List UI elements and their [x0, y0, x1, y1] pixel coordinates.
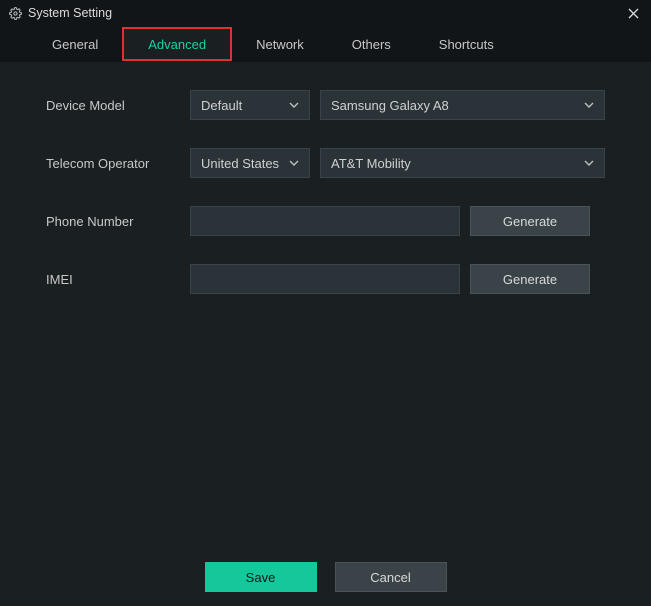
select-telecom-country[interactable]: United States — [190, 148, 310, 178]
tab-shortcuts[interactable]: Shortcuts — [415, 26, 518, 62]
tab-network[interactable]: Network — [232, 26, 328, 62]
settings-gear-icon — [8, 6, 22, 20]
footer: Save Cancel — [0, 562, 651, 592]
phone-number-input[interactable] — [190, 206, 460, 236]
label-device-model: Device Model — [46, 98, 190, 113]
close-icon[interactable] — [623, 3, 643, 23]
label-imei: IMEI — [46, 272, 190, 287]
window-title: System Setting — [28, 6, 112, 20]
tab-bar: General Advanced Network Others Shortcut… — [0, 26, 651, 62]
label-phone-number: Phone Number — [46, 214, 190, 229]
label-telecom-operator: Telecom Operator — [46, 156, 190, 171]
row-device-model: Device Model Default Samsung Galaxy A8 — [46, 90, 605, 120]
chevron-down-icon — [584, 160, 594, 166]
row-imei: IMEI Generate — [46, 264, 605, 294]
tab-general[interactable]: General — [28, 26, 122, 62]
chevron-down-icon — [584, 102, 594, 108]
select-telecom-operator[interactable]: AT&T Mobility — [320, 148, 605, 178]
select-device-model-value: Samsung Galaxy A8 — [331, 98, 449, 113]
titlebar: System Setting — [0, 0, 651, 26]
generate-imei-button[interactable]: Generate — [470, 264, 590, 294]
row-telecom-operator: Telecom Operator United States AT&T Mobi… — [46, 148, 605, 178]
tab-advanced[interactable]: Advanced — [122, 27, 232, 61]
select-telecom-country-value: United States — [201, 156, 279, 171]
generate-phone-button[interactable]: Generate — [470, 206, 590, 236]
select-device-brand-value: Default — [201, 98, 242, 113]
cancel-button[interactable]: Cancel — [335, 562, 447, 592]
row-phone-number: Phone Number Generate — [46, 206, 605, 236]
chevron-down-icon — [289, 160, 299, 166]
content-area: Device Model Default Samsung Galaxy A8 T… — [0, 62, 651, 294]
select-device-model[interactable]: Samsung Galaxy A8 — [320, 90, 605, 120]
tab-others[interactable]: Others — [328, 26, 415, 62]
select-telecom-operator-value: AT&T Mobility — [331, 156, 411, 171]
select-device-brand[interactable]: Default — [190, 90, 310, 120]
save-button[interactable]: Save — [205, 562, 317, 592]
chevron-down-icon — [289, 102, 299, 108]
imei-input[interactable] — [190, 264, 460, 294]
